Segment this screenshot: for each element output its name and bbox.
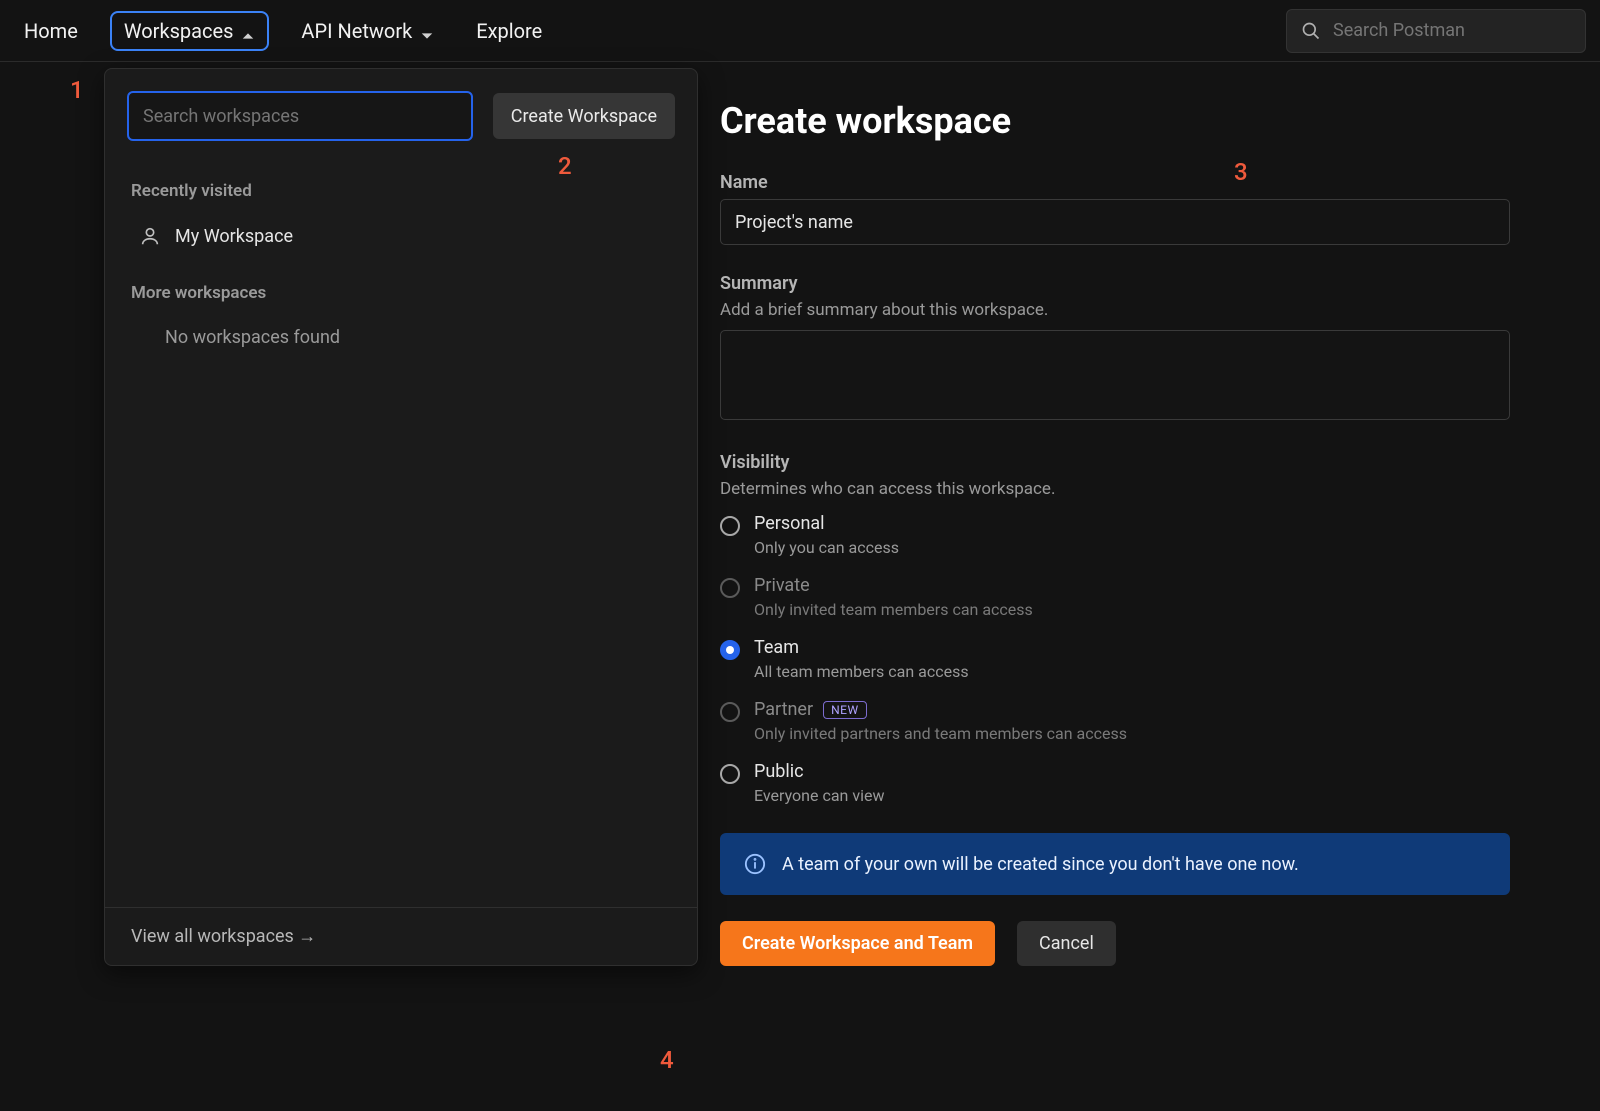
opt-label: Public — [754, 761, 884, 782]
nav-api-network[interactable]: API Network — [291, 11, 444, 51]
opt-desc: Only invited team members can access — [754, 600, 1033, 619]
visibility-option-team[interactable]: Team All team members can access — [720, 637, 1510, 681]
create-workspace-form: Create workspace Name Summary Add a brie… — [720, 100, 1510, 966]
summary-label: Summary — [720, 273, 1510, 294]
primary-btn-label: Create Workspace and Team — [742, 933, 973, 954]
search-icon — [1301, 21, 1321, 41]
chevron-down-icon — [420, 24, 434, 38]
nav-workspaces-label: Workspaces — [124, 19, 234, 43]
nav-workspaces[interactable]: Workspaces — [110, 11, 270, 51]
visibility-sublabel: Determines who can access this workspace… — [720, 479, 1510, 499]
opt-desc: Everyone can view — [754, 786, 884, 805]
global-search-input[interactable] — [1333, 20, 1571, 41]
visibility-option-partner[interactable]: Partner NEW Only invited partners and te… — [720, 699, 1510, 743]
annotation-3: 3 — [1234, 158, 1248, 186]
workspace-item-my-workspace[interactable]: My Workspace — [131, 215, 671, 257]
workspace-item-label: My Workspace — [175, 226, 293, 247]
annotation-1: 1 — [70, 76, 84, 104]
create-workspace-label: Create Workspace — [511, 106, 657, 127]
opt-desc: All team members can access — [754, 662, 969, 681]
visibility-option-public[interactable]: Public Everyone can view — [720, 761, 1510, 805]
person-icon — [139, 225, 161, 247]
nav-explore[interactable]: Explore — [466, 11, 552, 51]
workspaces-dropdown: Create Workspace Recently visited My Wor… — [104, 68, 698, 966]
visibility-option-private[interactable]: Private Only invited team members can ac… — [720, 575, 1510, 619]
visibility-option-personal[interactable]: Personal Only you can access — [720, 513, 1510, 557]
view-all-label: View all workspaces → — [131, 926, 316, 947]
nav-explore-label: Explore — [476, 19, 542, 43]
opt-desc: Only invited partners and team members c… — [754, 724, 1127, 743]
create-workspace-and-team-button[interactable]: Create Workspace and Team — [720, 921, 995, 966]
radio-public[interactable] — [720, 764, 740, 784]
visibility-label: Visibility — [720, 452, 1510, 473]
annotation-4: 4 — [660, 1046, 674, 1074]
workspace-search-input[interactable] — [143, 106, 457, 127]
more-workspaces-heading: More workspaces — [131, 283, 671, 303]
opt-label: Partner NEW — [754, 699, 1127, 720]
summary-input[interactable] — [720, 330, 1510, 420]
opt-label: Personal — [754, 513, 899, 534]
radio-private[interactable] — [720, 578, 740, 598]
chevron-up-icon — [241, 24, 255, 38]
name-input[interactable] — [720, 199, 1510, 245]
nav-home[interactable]: Home — [14, 11, 88, 51]
view-all-workspaces[interactable]: View all workspaces → — [105, 907, 697, 965]
opt-label: Private — [754, 575, 1033, 596]
summary-sublabel: Add a brief summary about this workspace… — [720, 300, 1510, 320]
radio-team[interactable] — [720, 640, 740, 660]
name-label: Name — [720, 172, 1510, 193]
radio-personal[interactable] — [720, 516, 740, 536]
opt-label: Team — [754, 637, 969, 658]
opt-desc: Only you can access — [754, 538, 899, 557]
no-workspaces-text: No workspaces found — [131, 317, 671, 358]
recently-visited-heading: Recently visited — [131, 181, 671, 201]
cancel-button[interactable]: Cancel — [1017, 921, 1116, 966]
workspace-search[interactable] — [127, 91, 473, 141]
info-icon — [744, 853, 766, 875]
global-search[interactable] — [1286, 9, 1586, 53]
nav-home-label: Home — [24, 19, 78, 43]
page-title: Create workspace — [720, 100, 1510, 142]
radio-partner[interactable] — [720, 702, 740, 722]
cancel-btn-label: Cancel — [1039, 933, 1094, 954]
info-message: A team of your own will be created since… — [782, 854, 1299, 875]
annotation-2: 2 — [558, 152, 572, 180]
nav-api-network-label: API Network — [301, 19, 412, 43]
info-banner: A team of your own will be created since… — [720, 833, 1510, 895]
create-workspace-button[interactable]: Create Workspace — [493, 93, 675, 139]
new-badge: NEW — [823, 701, 867, 719]
top-nav: Home Workspaces API Network Explore — [0, 0, 1600, 62]
